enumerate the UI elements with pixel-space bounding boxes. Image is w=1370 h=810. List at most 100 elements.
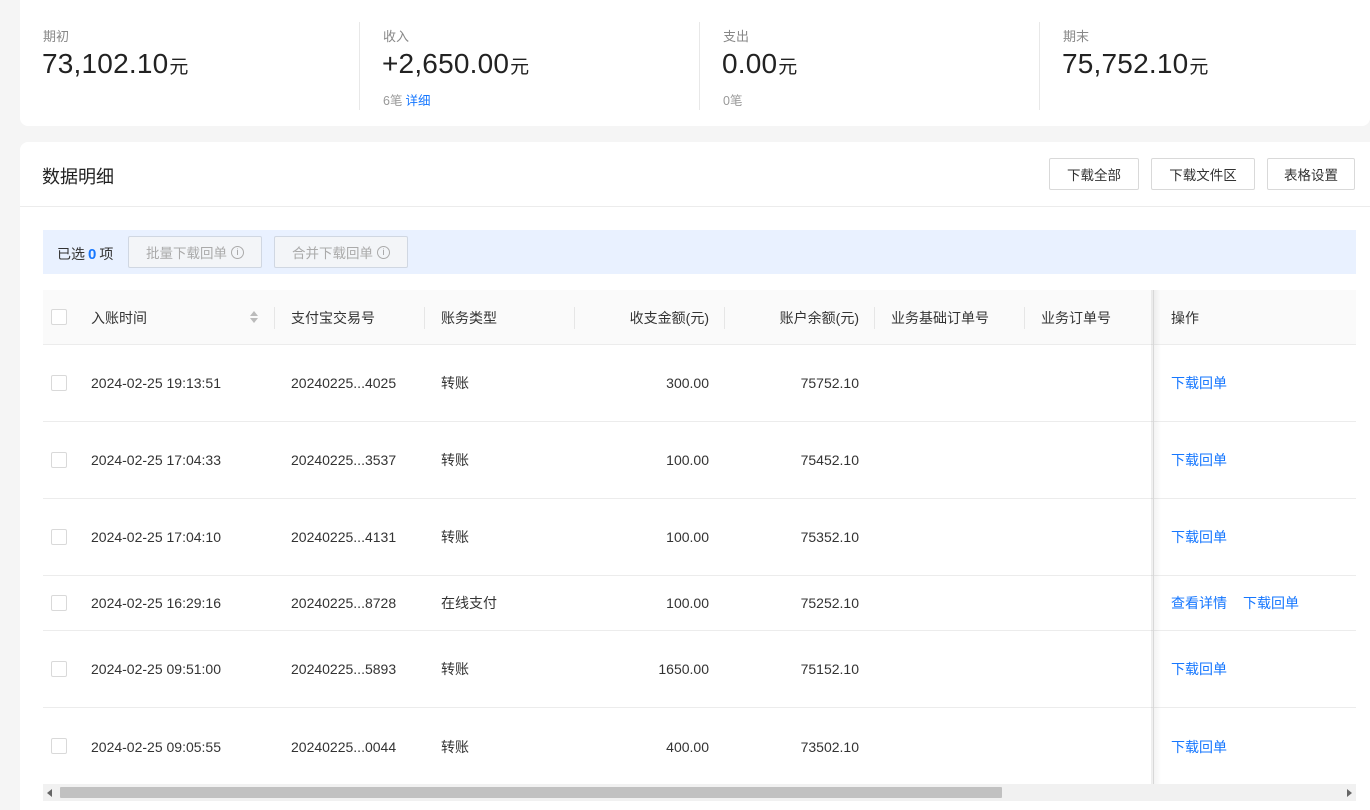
column-header-action: 操作 bbox=[1171, 309, 1199, 326]
scroll-left-icon[interactable] bbox=[47, 789, 52, 797]
cell-time: 2024-02-25 09:05:55 bbox=[91, 738, 221, 755]
income-detail-link[interactable]: 详细 bbox=[405, 94, 430, 108]
selection-count: 已选 0 项 bbox=[57, 246, 114, 263]
row-checkbox[interactable] bbox=[51, 375, 67, 391]
currency-unit: 元 bbox=[1189, 57, 1209, 78]
download-files-button[interactable]: 下载文件区 bbox=[1151, 158, 1255, 190]
cell-balance: 73502.10 bbox=[800, 738, 859, 755]
download-receipt-link[interactable]: 下载回单 bbox=[1171, 708, 1227, 785]
sort-icon[interactable] bbox=[249, 310, 259, 326]
download-receipt-link[interactable]: 下载回单 bbox=[1171, 422, 1227, 498]
cell-balance: 75152.10 bbox=[800, 661, 859, 677]
cell-amount: 100.00 bbox=[666, 452, 709, 468]
cell-trade-no: 20240225...3537 bbox=[291, 452, 397, 468]
download-receipt-link[interactable]: 下载回单 bbox=[1243, 576, 1299, 630]
scrollbar-thumb[interactable] bbox=[60, 787, 1002, 798]
column-header-time[interactable]: 入账时间 bbox=[91, 290, 147, 345]
cell-amount: 300.00 bbox=[666, 375, 709, 391]
cell-balance: 75252.10 bbox=[800, 595, 859, 611]
expense-count: 0笔 bbox=[723, 94, 743, 108]
cell-type: 在线支付 bbox=[441, 595, 497, 611]
details-title: 数据明细 bbox=[42, 167, 114, 187]
column-header-base-order: 业务基础订单号 bbox=[891, 309, 989, 326]
table-row: 2024-02-25 19:13:51 20240225...4025 转账 3… bbox=[43, 345, 1356, 422]
cell-type: 转账 bbox=[441, 452, 469, 468]
cell-trade-no: 20240225...4025 bbox=[291, 375, 397, 391]
closing-value: 75,752.10元 bbox=[1062, 48, 1209, 79]
closing-balance-stat: 期末 75,752.10元 bbox=[1040, 0, 1370, 110]
table-row: 2024-02-25 09:05:55 20240225...0044 转账 4… bbox=[43, 708, 1356, 785]
opening-balance-stat: 期初 73,102.10元 bbox=[20, 0, 360, 110]
cell-type: 转账 bbox=[441, 661, 469, 677]
currency-unit: 元 bbox=[169, 57, 189, 78]
income-count: 6笔 详细 bbox=[383, 94, 431, 108]
opening-value: 73,102.10元 bbox=[42, 48, 189, 79]
info-icon: i bbox=[377, 245, 390, 259]
income-label: 收入 bbox=[383, 29, 410, 44]
opening-label: 期初 bbox=[43, 29, 70, 44]
currency-unit: 元 bbox=[510, 57, 530, 78]
closing-label: 期末 bbox=[1063, 29, 1090, 44]
table-header: 入账时间 支付宝交易号 账务类型 收支金额(元) 账户余额(元) 业务基础订单号… bbox=[43, 290, 1356, 345]
cell-time: 2024-02-25 17:04:33 bbox=[91, 452, 221, 468]
cell-amount: 100.00 bbox=[666, 595, 709, 611]
row-checkbox[interactable] bbox=[51, 529, 67, 545]
fixed-column-divider bbox=[1153, 290, 1154, 785]
expense-stat: 支出 0.00元 0笔 bbox=[700, 0, 1040, 110]
cell-time: 2024-02-25 19:13:51 bbox=[91, 375, 221, 391]
column-divider bbox=[874, 307, 875, 329]
expense-label: 支出 bbox=[723, 29, 750, 44]
column-header-trade-no: 支付宝交易号 bbox=[291, 309, 375, 326]
cell-balance: 75452.10 bbox=[800, 452, 859, 468]
row-checkbox[interactable] bbox=[51, 452, 67, 468]
cell-amount: 100.00 bbox=[666, 529, 709, 545]
merge-download-button[interactable]: 合并下载回单 i bbox=[274, 236, 408, 268]
income-value: +2,650.00元 bbox=[382, 48, 530, 79]
cell-amount: 400.00 bbox=[666, 738, 709, 755]
cell-balance: 75752.10 bbox=[800, 375, 859, 391]
details-card: 数据明细 下载全部 下载文件区 表格设置 已选 0 项 批量下载回单 i 合并下载回单… bbox=[20, 142, 1370, 810]
column-divider bbox=[274, 307, 275, 329]
download-all-button[interactable]: 下载全部 bbox=[1049, 158, 1139, 190]
table-row: 2024-02-25 17:04:33 20240225...3537 转账 1… bbox=[43, 422, 1356, 499]
selection-bar: 已选 0 项 批量下载回单 i 合并下载回单 i bbox=[43, 230, 1356, 274]
horizontal-scrollbar[interactable] bbox=[43, 784, 1356, 801]
column-header-amount: 收支金额(元) bbox=[629, 309, 709, 326]
column-header-type: 账务类型 bbox=[441, 309, 497, 326]
cell-type: 转账 bbox=[441, 738, 469, 755]
row-checkbox[interactable] bbox=[51, 661, 67, 677]
cell-trade-no: 20240225...0044 bbox=[291, 738, 397, 755]
income-stat: 收入 +2,650.00元 6笔 详细 bbox=[360, 0, 700, 110]
column-header-balance: 账户余额(元) bbox=[779, 309, 859, 326]
table-settings-button[interactable]: 表格设置 bbox=[1267, 158, 1355, 190]
column-divider bbox=[1024, 307, 1025, 329]
row-checkbox[interactable] bbox=[51, 595, 67, 611]
cell-trade-no: 20240225...5893 bbox=[291, 661, 397, 677]
column-header-order: 业务订单号 bbox=[1041, 309, 1111, 326]
cell-type: 转账 bbox=[441, 529, 469, 545]
batch-download-button[interactable]: 批量下载回单 i bbox=[128, 236, 262, 268]
header-divider bbox=[20, 206, 1370, 207]
scroll-right-icon[interactable] bbox=[1347, 789, 1352, 797]
cell-balance: 75352.10 bbox=[800, 529, 859, 545]
cell-trade-no: 20240225...8728 bbox=[291, 595, 397, 611]
cell-amount: 1650.00 bbox=[658, 661, 709, 677]
cell-trade-no: 20240225...4131 bbox=[291, 529, 397, 545]
download-receipt-link[interactable]: 下载回单 bbox=[1171, 345, 1227, 421]
cell-type: 转账 bbox=[441, 375, 469, 391]
currency-unit: 元 bbox=[778, 57, 798, 78]
download-receipt-link[interactable]: 下载回单 bbox=[1171, 631, 1227, 707]
info-icon: i bbox=[231, 245, 244, 259]
cell-time: 2024-02-25 09:51:00 bbox=[91, 661, 221, 677]
transactions-table: 入账时间 支付宝交易号 账务类型 收支金额(元) 账户余额(元) 业务基础订单号… bbox=[43, 290, 1356, 785]
table-row: 2024-02-25 09:51:00 20240225...5893 转账 1… bbox=[43, 631, 1356, 708]
view-details-link[interactable]: 查看详情 bbox=[1171, 576, 1227, 630]
row-checkbox[interactable] bbox=[51, 738, 67, 754]
select-all-checkbox[interactable] bbox=[51, 309, 67, 325]
summary-card: 期初 73,102.10元 收入 +2,650.00元 6笔 详细 支出 0.00… bbox=[20, 0, 1370, 126]
cell-time: 2024-02-25 16:29:16 bbox=[91, 595, 221, 611]
cell-time: 2024-02-25 17:04:10 bbox=[91, 529, 221, 545]
table-row: 2024-02-25 16:29:16 20240225...8728 在线支付… bbox=[43, 576, 1356, 631]
table-row: 2024-02-25 17:04:10 20240225...4131 转账 1… bbox=[43, 499, 1356, 576]
download-receipt-link[interactable]: 下载回单 bbox=[1171, 499, 1227, 575]
